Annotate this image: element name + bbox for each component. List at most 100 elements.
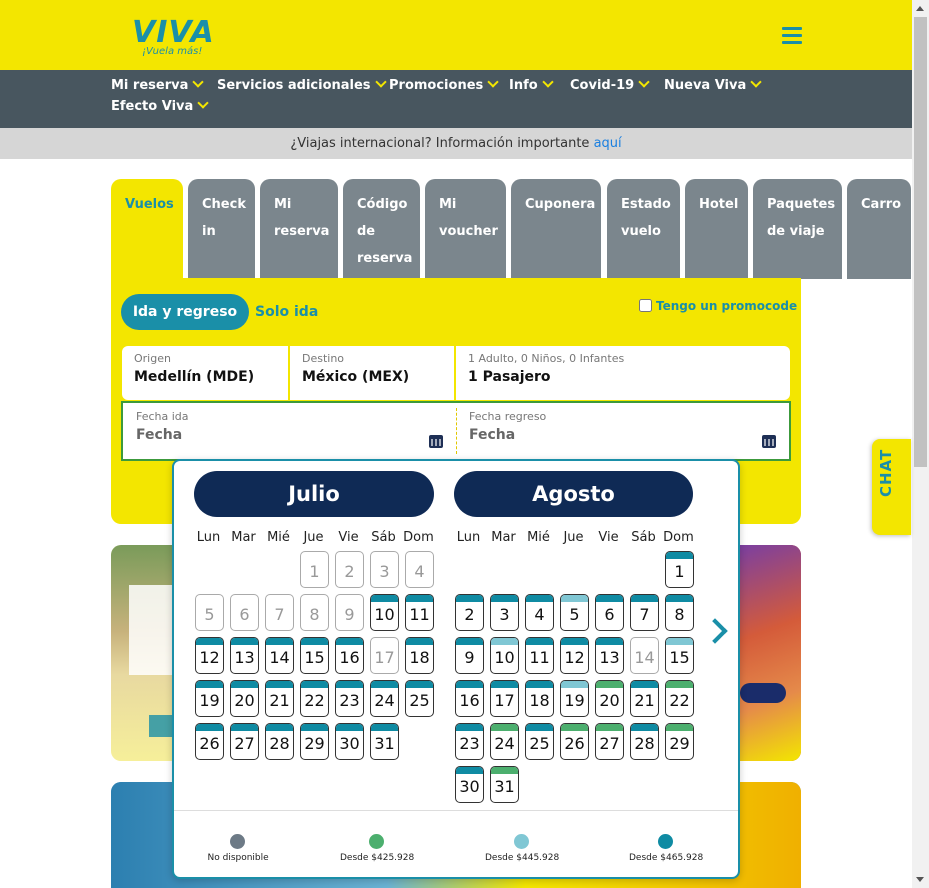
calendar-day[interactable]: 28 <box>265 723 294 760</box>
calendar-day[interactable]: 7 <box>630 594 659 631</box>
tab-hotel[interactable]: Hotel <box>685 179 748 279</box>
calendar-day[interactable]: 24 <box>490 723 519 760</box>
calendar-day[interactable]: 11 <box>525 637 554 674</box>
calendar-day[interactable]: 18 <box>525 680 554 717</box>
day-number: 1 <box>674 562 685 581</box>
nav-item-nueva-viva[interactable]: Nueva Viva <box>664 76 762 93</box>
day-price-indicator <box>371 724 398 731</box>
promocode-checkbox[interactable] <box>639 299 652 312</box>
calendar-day[interactable]: 26 <box>195 723 224 760</box>
day-number: 20 <box>234 691 255 710</box>
calendar-day[interactable]: 22 <box>665 680 694 717</box>
calendar-day[interactable]: 28 <box>630 723 659 760</box>
hamburger-menu-icon[interactable] <box>782 27 802 45</box>
calendar-day[interactable]: 29 <box>300 723 329 760</box>
calendar-day[interactable]: 4 <box>525 594 554 631</box>
calendar-day[interactable]: 13 <box>595 637 624 674</box>
day-number: 14 <box>634 648 655 667</box>
day-number: 11 <box>409 605 430 624</box>
calendar-day[interactable]: 31 <box>370 723 399 760</box>
tab-mi-reserva[interactable]: Mi reserva <box>260 179 338 279</box>
passengers-field[interactable]: 1 Adulto, 0 Niños, 0 Infantes 1 Pasajero <box>456 346 790 400</box>
calendar-day[interactable]: 24 <box>370 680 399 717</box>
scroll-up-icon[interactable] <box>916 6 924 11</box>
nav-item-mi-reserva[interactable]: Mi reserva <box>111 76 205 93</box>
calendar-day[interactable]: 16 <box>455 680 484 717</box>
calendar-day[interactable]: 30 <box>335 723 364 760</box>
nav-item-covid[interactable]: Covid-19 <box>570 76 650 93</box>
calendar-day[interactable]: 2 <box>455 594 484 631</box>
calendar-day[interactable]: 19 <box>560 680 589 717</box>
calendar-day[interactable]: 25 <box>525 723 554 760</box>
tab-vuelos[interactable]: Vuelos <box>111 179 183 279</box>
calendar-day[interactable]: 20 <box>595 680 624 717</box>
calendar-day[interactable]: 21 <box>630 680 659 717</box>
return-value: Fecha <box>469 427 516 443</box>
day-price-indicator <box>596 724 623 731</box>
promo-banner-right[interactable] <box>740 545 801 761</box>
origin-field[interactable]: Origen Medellín (MDE) <box>122 346 288 400</box>
calendar-day: 17 <box>370 637 399 674</box>
calendar-day[interactable]: 22 <box>300 680 329 717</box>
scroll-down-icon[interactable] <box>916 877 924 882</box>
tab-estado-vuelo[interactable]: Estado vuelo <box>607 179 680 279</box>
chat-button[interactable]: CHAT <box>872 439 911 535</box>
tab-cuponera[interactable]: Cuponera <box>511 179 601 279</box>
tab-paquetes[interactable]: Paquetes de viaje <box>753 179 842 279</box>
calendar-day[interactable]: 12 <box>560 637 589 674</box>
notice-link[interactable]: aquí <box>594 136 622 151</box>
calendar-day[interactable]: 21 <box>265 680 294 717</box>
calendar-day[interactable]: 20 <box>230 680 259 717</box>
calendar-day[interactable]: 1 <box>665 551 694 588</box>
tab-mi-voucher[interactable]: Mi voucher <box>425 179 506 279</box>
calendar-day[interactable]: 6 <box>595 594 624 631</box>
calendar-day[interactable]: 27 <box>230 723 259 760</box>
viva-logo[interactable]: VIVA ¡Vuela más! <box>132 18 215 58</box>
day-number: 28 <box>269 734 290 753</box>
calendar-day[interactable]: 23 <box>455 723 484 760</box>
calendar-day[interactable]: 5 <box>560 594 589 631</box>
calendar-day[interactable]: 26 <box>560 723 589 760</box>
destination-field[interactable]: Destino México (MEX) <box>290 346 454 400</box>
tab-check-in[interactable]: Check in <box>188 179 255 279</box>
promocode-toggle[interactable]: Tengo un promocode <box>639 299 797 313</box>
tab-codigo-reserva[interactable]: Código de reserva <box>343 179 420 279</box>
nav-item-servicios-adicionales[interactable]: Servicios adicionales <box>217 76 387 93</box>
nav-item-info[interactable]: Info <box>509 76 554 93</box>
calendar-day[interactable]: 3 <box>490 594 519 631</box>
calendar-day[interactable]: 17 <box>490 680 519 717</box>
calendar-day[interactable]: 15 <box>665 637 694 674</box>
calendar-day[interactable]: 27 <box>595 723 624 760</box>
calendar-day[interactable]: 12 <box>195 637 224 674</box>
calendar-day[interactable]: 18 <box>405 637 434 674</box>
calendar-day[interactable]: 30 <box>455 766 484 803</box>
calendar-day[interactable]: 29 <box>665 723 694 760</box>
return-date-field[interactable]: Fecha regreso Fecha <box>457 404 788 458</box>
departure-date-field[interactable]: Fecha ida Fecha <box>124 404 455 458</box>
nav-item-promociones[interactable]: Promociones <box>389 76 499 93</box>
calendar-day[interactable]: 23 <box>335 680 364 717</box>
round-trip-button[interactable]: Ida y regreso <box>121 294 249 330</box>
calendar-day[interactable]: 14 <box>265 637 294 674</box>
legend-dot <box>369 834 384 849</box>
weekday-label: Jue <box>303 530 324 545</box>
calendar-day[interactable]: 15 <box>300 637 329 674</box>
calendar-day[interactable]: 11 <box>405 594 434 631</box>
day-number: 30 <box>339 734 360 753</box>
calendar-day[interactable]: 13 <box>230 637 259 674</box>
calendar-day[interactable]: 25 <box>405 680 434 717</box>
calendar-day[interactable]: 9 <box>455 637 484 674</box>
tab-carro[interactable]: Carro <box>847 179 911 279</box>
calendar-day[interactable]: 10 <box>490 637 519 674</box>
one-way-button[interactable]: Solo ida <box>255 294 318 330</box>
day-price-indicator <box>231 638 258 645</box>
nav-item-efecto-viva[interactable]: Efecto Viva <box>111 97 209 114</box>
calendar-day[interactable]: 31 <box>490 766 519 803</box>
calendar-day[interactable]: 19 <box>195 680 224 717</box>
promo-banner-left[interactable] <box>111 545 181 761</box>
calendar-day[interactable]: 16 <box>335 637 364 674</box>
day-price-indicator <box>456 595 483 602</box>
calendar-day[interactable]: 10 <box>370 594 399 631</box>
calendar-day[interactable]: 8 <box>665 594 694 631</box>
scrollbar-thumb[interactable] <box>914 17 927 467</box>
